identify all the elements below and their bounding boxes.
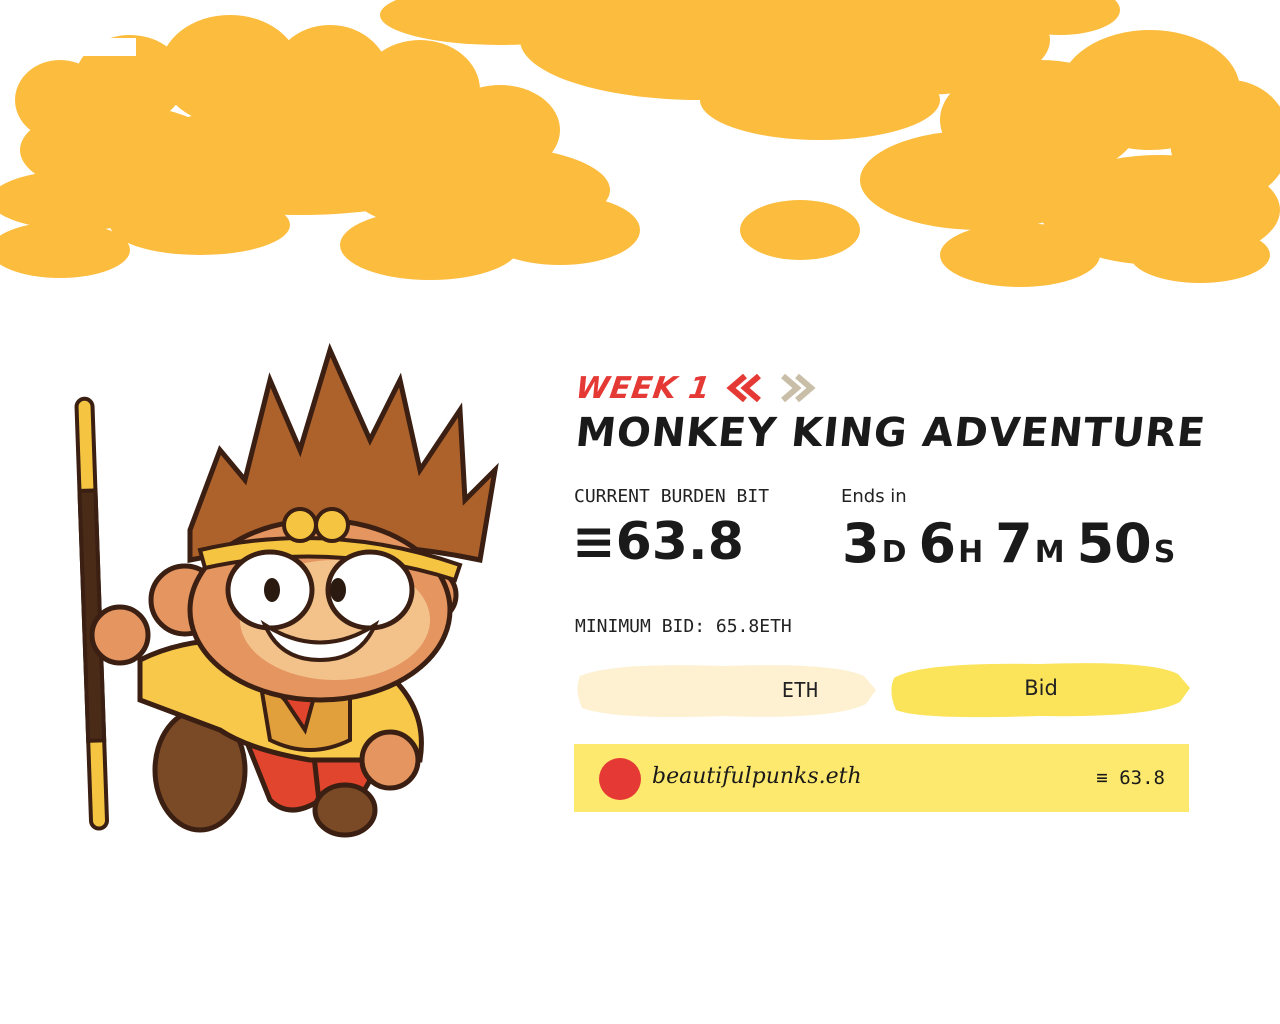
auction-title: MONKEY KING ADVENTURE (573, 410, 1208, 456)
bid-amount-input[interactable] (594, 672, 776, 710)
bid-history-amount: ≡ 63.8 (1096, 767, 1165, 789)
bidder-name[interactable]: beautifulpunks.eth (652, 764, 862, 789)
chevron-double-left-icon (726, 374, 761, 402)
ends-in-label: Ends in (841, 486, 907, 507)
countdown-seconds-unit: S (1153, 535, 1176, 570)
current-bid-value: ≡63.8 (572, 512, 744, 572)
week-label: WEEK 1 (573, 370, 714, 406)
minimum-bid-label: MINIMUM BID: 65.8ETH (575, 616, 792, 637)
bid-button-label: Bid (1024, 676, 1058, 700)
eth-input-container: ETH (574, 658, 878, 722)
countdown-minutes-unit: M (1034, 535, 1065, 570)
countdown-minutes: 7 (995, 512, 1033, 575)
bid-button[interactable]: Bid (890, 658, 1192, 722)
previous-week-button[interactable] (725, 373, 765, 403)
bid-history-row: beautifulpunks.eth ≡ 63.8 (574, 744, 1189, 812)
bidder-avatar (599, 758, 641, 800)
countdown-days: 3 (842, 512, 880, 575)
current-bid-label: CURRENT BURDEN BIT (574, 486, 770, 507)
countdown-hours: 6 (918, 512, 957, 575)
countdown-hours-unit: H (958, 535, 984, 570)
cloud-banner (0, 0, 1280, 287)
week-header: WEEK 1 (573, 368, 817, 408)
countdown-timer: 3 D 6 H 7 M 50 S (842, 512, 1187, 575)
chevron-double-right-icon (780, 374, 816, 402)
next-week-button[interactable] (777, 373, 817, 403)
countdown-days-unit: D (881, 535, 907, 570)
monkey-king-illustration (74, 342, 499, 838)
countdown-seconds: 50 (1076, 512, 1152, 575)
eth-currency-label: ETH (781, 678, 818, 702)
